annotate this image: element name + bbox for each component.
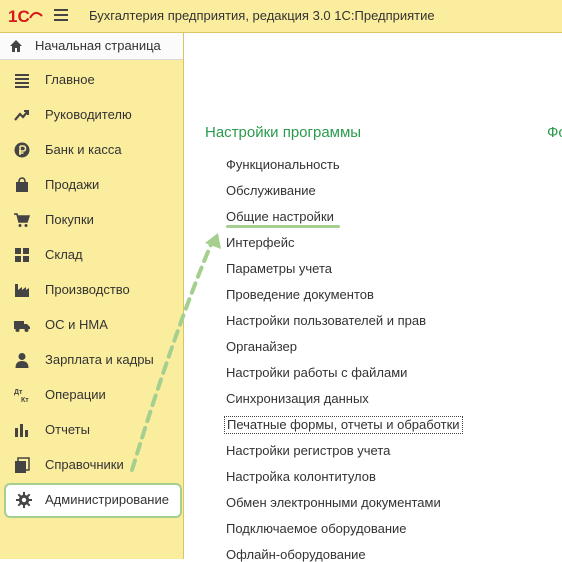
sidebar-item-label: Банк и касса	[45, 142, 122, 157]
sidebar-item-purchases[interactable]: Покупки	[0, 203, 183, 237]
link-headers-footers[interactable]: Настройка колонтитулов	[226, 469, 376, 484]
svg-text:Дт: Дт	[14, 389, 23, 396]
sidebar-item-main[interactable]: Главное	[0, 63, 183, 97]
sidebar-item-production[interactable]: Производство	[0, 273, 183, 307]
boxes-icon	[15, 248, 29, 262]
main-panel: Настройки программы Фо Функциональность …	[184, 33, 562, 562]
link-user-settings[interactable]: Настройки пользователей и прав	[226, 313, 426, 328]
section-title-2: Фо	[547, 124, 562, 141]
sidebar-item-label: Справочники	[45, 457, 124, 472]
sidebar-item-warehouse[interactable]: Склад	[0, 238, 183, 272]
sidebar-item-label: Покупки	[45, 212, 94, 227]
link-document-posting[interactable]: Проведение документов	[226, 287, 374, 302]
factory-icon	[15, 284, 29, 297]
link-organizer[interactable]: Органайзер	[226, 339, 297, 354]
trend-icon	[14, 110, 29, 121]
gear-icon	[16, 492, 32, 508]
home-icon	[10, 40, 22, 52]
link-print-forms[interactable]: Печатные формы, отчеты и обработки	[224, 416, 463, 434]
dt-kt-icon: Дт Кт	[14, 389, 29, 403]
sidebar-item-label: Руководителю	[45, 107, 132, 122]
sidebar-item-bank[interactable]: Банк и касса	[0, 133, 183, 167]
link-functionality[interactable]: Функциональность	[226, 157, 340, 172]
sidebar-item-label: Продажи	[45, 177, 100, 192]
sidebar-item-label: Администрирование	[45, 492, 169, 507]
svg-text:Кт: Кт	[21, 397, 29, 403]
home-page-tab[interactable]: Начальная страница	[0, 33, 183, 60]
menu-icon[interactable]	[54, 9, 68, 21]
ruble-icon	[14, 142, 30, 158]
app-title: Бухгалтерия предприятия, редакция 3.0 1С…	[89, 8, 435, 23]
sidebar-item-sales[interactable]: Продажи	[0, 168, 183, 202]
link-accounting-parameters[interactable]: Параметры учета	[226, 261, 332, 276]
section-title: Настройки программы	[205, 124, 362, 141]
link-edi-exchange[interactable]: Обмен электронными документами	[226, 495, 441, 510]
highlight-underline	[226, 225, 340, 228]
sidebar-item-administration[interactable]: Администрирование	[4, 483, 182, 518]
link-interface[interactable]: Интерфейс	[226, 235, 294, 250]
sidebar-item-label: Зарплата и кадры	[45, 352, 154, 367]
home-page-label: Начальная страница	[35, 38, 161, 53]
bar-chart-icon	[15, 424, 28, 437]
cart-icon	[14, 213, 30, 227]
sidebar-item-label: Главное	[45, 72, 95, 87]
link-maintenance[interactable]: Обслуживание	[226, 183, 316, 198]
sidebar-item-fixed-assets[interactable]: ОС и НМА	[0, 308, 183, 342]
sidebar-item-label: Отчеты	[45, 422, 90, 437]
sidebar-item-operations[interactable]: Дт Кт Операции	[0, 378, 183, 412]
link-offline-equipment[interactable]: Офлайн-оборудование	[226, 547, 366, 562]
sidebar-item-label: ОС и НМА	[45, 317, 108, 332]
link-file-settings[interactable]: Настройки работы с файлами	[226, 365, 407, 380]
link-general-settings[interactable]: Общие настройки	[226, 209, 334, 224]
sidebar-item-label: Операции	[45, 387, 106, 402]
link-register-settings[interactable]: Настройки регистров учета	[226, 443, 390, 458]
1c-logo: 1С	[8, 7, 43, 26]
sidebar-item-label: Склад	[45, 247, 83, 262]
bag-icon	[16, 177, 28, 192]
truck-icon	[14, 321, 30, 332]
sidebar-item-payroll[interactable]: Зарплата и кадры	[0, 343, 183, 377]
sidebar-item-label: Производство	[45, 282, 130, 297]
sidebar: Начальная страница Главное Руководителю …	[0, 33, 184, 559]
link-data-sync[interactable]: Синхронизация данных	[226, 391, 369, 406]
sidebar-item-manager[interactable]: Руководителю	[0, 98, 183, 132]
sidebar-item-reports[interactable]: Отчеты	[0, 413, 183, 447]
title-bar: 1С Бухгалтерия предприятия, редакция 3.0…	[0, 0, 562, 33]
sidebar-item-directories[interactable]: Справочники	[0, 448, 183, 482]
svg-text:1С: 1С	[8, 7, 30, 26]
person-icon	[15, 353, 29, 368]
books-icon	[15, 457, 30, 473]
list-icon	[15, 74, 29, 88]
link-connected-equipment[interactable]: Подключаемое оборудование	[226, 521, 407, 536]
